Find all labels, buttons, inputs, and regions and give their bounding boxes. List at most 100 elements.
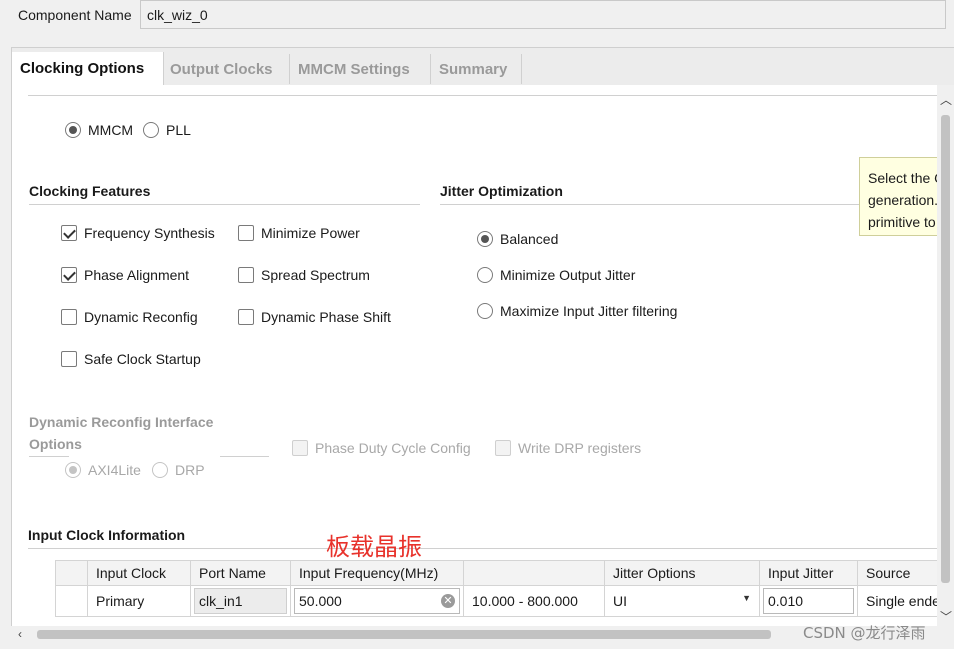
input-frequency-value: 50.000	[299, 593, 342, 609]
radio-icon[interactable]	[152, 462, 168, 478]
jitter-minimize-output-option[interactable]: Minimize Output Jitter	[477, 267, 635, 283]
mmcm-label: MMCM	[88, 122, 134, 138]
phase-alignment-label: Phase Alignment	[84, 267, 190, 283]
table-header-row: Input Clock Port Name Input Frequency(MH…	[55, 560, 952, 586]
divider	[28, 548, 938, 549]
column-header: Port Name	[190, 560, 291, 586]
port-name-cell: clk_in1	[190, 585, 291, 617]
checkbox-icon[interactable]	[292, 440, 308, 456]
dynamic-phase-shift-option[interactable]: Dynamic Phase Shift	[238, 309, 391, 325]
input-jitter-field[interactable]: 0.010	[763, 588, 854, 614]
axi4lite-label: AXI4Lite	[88, 462, 141, 478]
divider	[220, 456, 269, 457]
divider	[440, 204, 860, 205]
vertical-scroll-thumb[interactable]	[941, 115, 950, 583]
frequency-synthesis-label: Frequency Synthesis	[84, 225, 215, 241]
tab-bar: Clocking Options Output Clocks MMCM Sett…	[11, 47, 954, 86]
column-header	[55, 560, 88, 586]
checkbox-icon[interactable]	[238, 225, 254, 241]
jitter-optimization-title: Jitter Optimization	[440, 183, 563, 199]
minimize-output-jitter-label: Minimize Output Jitter	[500, 267, 636, 283]
input-clock-table: Input Clock Port Name Input Frequency(MH…	[55, 560, 952, 617]
component-name-label: Component Name	[18, 7, 132, 23]
radio-selected-icon[interactable]	[65, 122, 81, 138]
write-drp-registers-label: Write DRP registers	[518, 440, 642, 456]
checkbox-icon[interactable]	[238, 267, 254, 283]
scroll-down-icon[interactable]: ﹀	[940, 608, 952, 625]
checkbox-icon[interactable]	[495, 440, 511, 456]
write-drp-registers-option[interactable]: Write DRP registers	[495, 440, 641, 456]
input-frequency-field[interactable]: 50.000 ✕	[294, 588, 460, 614]
row-gutter	[55, 585, 88, 617]
clear-icon[interactable]: ✕	[441, 594, 455, 608]
tab-separator	[521, 54, 522, 84]
tab-separator	[289, 54, 290, 84]
checkbox-checked-icon[interactable]	[61, 267, 77, 283]
checkbox-icon[interactable]	[238, 309, 254, 325]
frequency-synthesis-option[interactable]: Frequency Synthesis	[61, 225, 215, 241]
tab-clocking-options[interactable]: Clocking Options	[12, 52, 164, 85]
drp-option[interactable]: DRP	[152, 462, 205, 478]
balanced-label: Balanced	[500, 231, 559, 247]
column-header: Input Jitter	[759, 560, 858, 586]
phase-duty-cycle-label: Phase Duty Cycle Config	[315, 440, 471, 456]
radio-icon[interactable]	[477, 303, 493, 319]
minimize-power-label: Minimize Power	[261, 225, 360, 241]
spread-spectrum-label: Spread Spectrum	[261, 267, 370, 283]
input-frequency-cell: 50.000 ✕	[290, 585, 464, 617]
scroll-left-icon[interactable]: ‹	[18, 627, 22, 641]
spread-spectrum-option[interactable]: Spread Spectrum	[238, 267, 370, 283]
primitive-pll-option[interactable]: PLL	[143, 122, 191, 138]
safe-clock-startup-label: Safe Clock Startup	[84, 351, 201, 367]
divider	[28, 95, 938, 96]
radio-icon[interactable]	[143, 122, 159, 138]
component-name-field[interactable]: clk_wiz_0	[140, 0, 946, 29]
port-name-field: clk_in1	[194, 588, 287, 614]
tab-separator	[430, 54, 431, 84]
maximize-input-jitter-label: Maximize Input Jitter filtering	[500, 303, 678, 319]
primitive-mmcm-option[interactable]: MMCM	[65, 122, 133, 138]
phase-alignment-option[interactable]: Phase Alignment	[61, 267, 189, 283]
column-header	[463, 560, 605, 586]
radio-icon[interactable]	[477, 267, 493, 283]
horizontal-scrollbar[interactable]: ‹	[11, 626, 937, 643]
safe-clock-startup-option[interactable]: Safe Clock Startup	[61, 351, 201, 367]
radio-selected-icon[interactable]	[477, 231, 493, 247]
checkbox-icon[interactable]	[61, 351, 77, 367]
divider	[29, 204, 420, 205]
tab-summary[interactable]: Summary	[439, 56, 507, 83]
phase-duty-cycle-option[interactable]: Phase Duty Cycle Config	[292, 440, 471, 456]
divider	[29, 456, 69, 457]
minimize-power-option[interactable]: Minimize Power	[238, 225, 360, 241]
dynamic-reconfig-option[interactable]: Dynamic Reconfig	[61, 309, 198, 325]
checkbox-checked-icon[interactable]	[61, 225, 77, 241]
jitter-options-dropdown[interactable]: UI ▼	[604, 585, 760, 617]
dynamic-reconfig-interface-title-cont: Options	[29, 436, 82, 452]
input-clock-information-title: Input Clock Information	[28, 527, 186, 543]
pll-label: PLL	[166, 122, 191, 138]
onboard-oscillator-annotation: 板载晶振	[326, 533, 422, 561]
drp-label: DRP	[175, 462, 205, 478]
radio-selected-icon[interactable]	[65, 462, 81, 478]
input-jitter-cell: 0.010	[759, 585, 858, 617]
chevron-down-icon[interactable]: ▼	[742, 593, 751, 603]
clocking-features-title: Clocking Features	[29, 183, 151, 199]
table-row: Primary clk_in1 50.000 ✕ 10.000 - 800.00…	[55, 585, 952, 617]
tab-mmcm-settings[interactable]: MMCM Settings	[298, 56, 410, 83]
scroll-up-icon[interactable]: ︿	[940, 91, 952, 108]
input-clock-cell: Primary	[87, 585, 191, 617]
watermark: CSDN @龙行泽雨	[803, 624, 926, 642]
axi4lite-option[interactable]: AXI4Lite	[65, 462, 141, 478]
jitter-balanced-option[interactable]: Balanced	[477, 231, 558, 247]
column-header: Jitter Options	[604, 560, 760, 586]
tab-output-clocks[interactable]: Output Clocks	[170, 56, 273, 83]
dynamic-reconfig-interface-title: Dynamic Reconfig Interface	[29, 414, 214, 430]
dynamic-reconfig-label: Dynamic Reconfig	[84, 309, 198, 325]
horizontal-scroll-thumb[interactable]	[37, 630, 771, 639]
frequency-range-cell: 10.000 - 800.000	[463, 585, 605, 617]
checkbox-icon[interactable]	[61, 309, 77, 325]
column-header: Input Frequency(MHz)	[290, 560, 464, 586]
column-header: Input Clock	[87, 560, 191, 586]
vertical-scrollbar[interactable]: ︿ ﹀	[937, 85, 954, 626]
jitter-maximize-input-option[interactable]: Maximize Input Jitter filtering	[477, 303, 677, 319]
